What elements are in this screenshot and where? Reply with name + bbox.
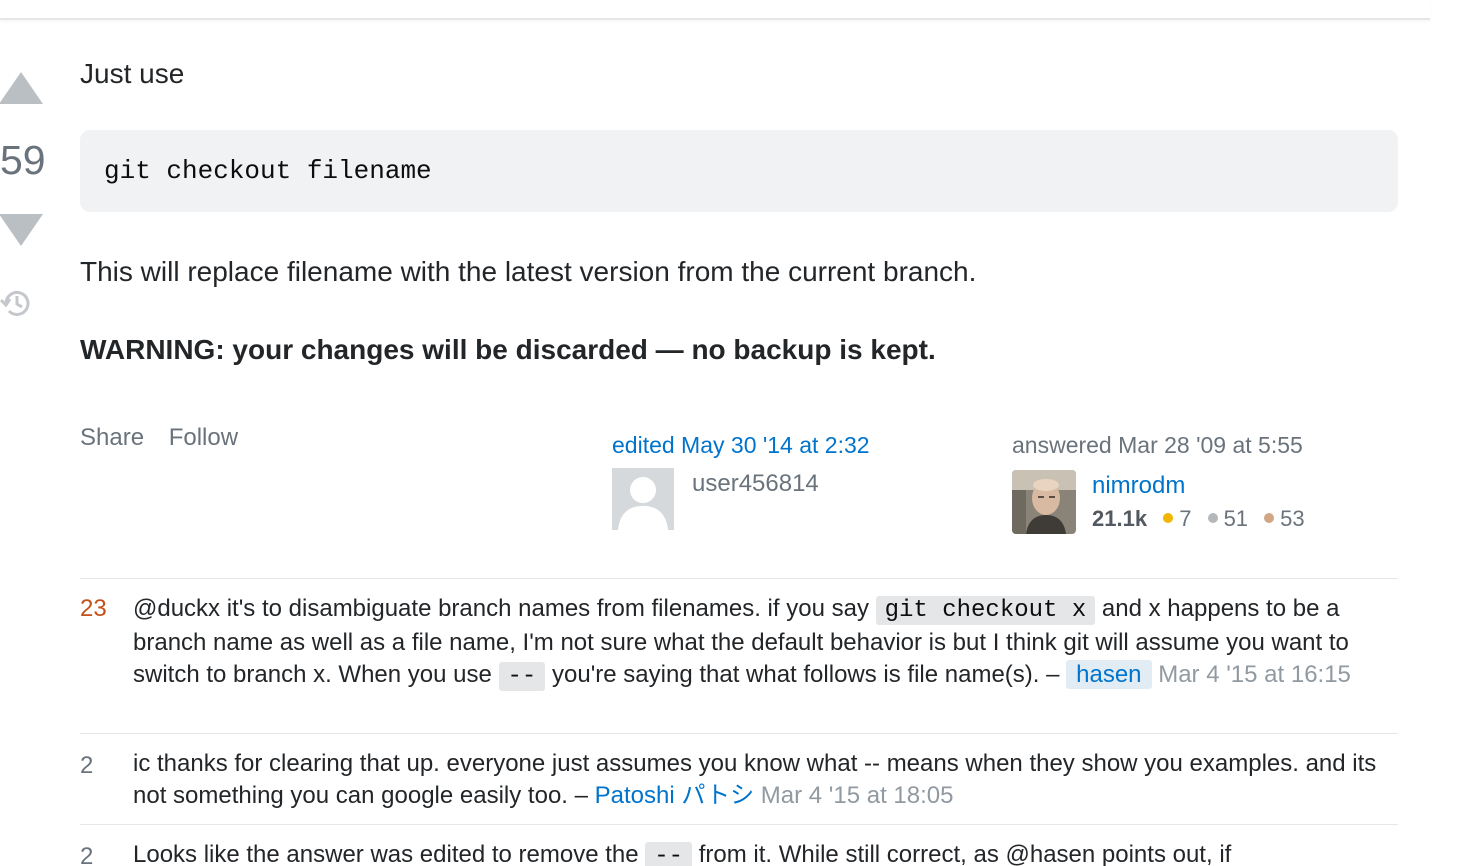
bronze-badge-count: 53 xyxy=(1280,506,1305,531)
editor-row: user456814 xyxy=(612,468,972,530)
editor-username: user456814 xyxy=(692,470,819,497)
comment-date-link[interactable]: Mar 4 '15 at 16:15 xyxy=(1158,661,1351,688)
comment-text: ic thanks for clearing that up. everyone… xyxy=(133,750,1377,809)
silver-badge-icon xyxy=(1207,513,1218,524)
share-link[interactable]: Share xyxy=(80,424,144,451)
comment-text: Looks like the answer was edited to remo… xyxy=(133,841,639,866)
answer-page: 59 Just use git checkout filename This w… xyxy=(0,0,1472,866)
default-avatar-icon[interactable] xyxy=(612,468,674,530)
vote-count: 59 xyxy=(0,137,46,183)
editor-card: edited May 30 '14 at 2:32 user456814 xyxy=(612,430,972,530)
comment-user-link[interactable]: Patoshi パトシ xyxy=(595,782,754,809)
inline-code: -- xyxy=(645,842,693,866)
comments-list: 23 @duckx it's to disambiguate branch na… xyxy=(80,578,1398,866)
answered-timestamp: answered Mar 28 '09 at 5:55 xyxy=(1012,432,1303,458)
comment-text: from it. While still correct, as @hasen … xyxy=(698,841,1232,866)
inline-code: -- xyxy=(498,662,546,691)
downvote-arrow-icon[interactable] xyxy=(0,214,43,246)
comment-text: you're saying that what follows is file … xyxy=(552,661,1060,688)
comment-item: 23 @duckx it's to disambiguate branch na… xyxy=(80,579,1398,734)
post-menu: Share Follow xyxy=(80,424,256,452)
intro-text: Just use xyxy=(80,58,185,89)
warning-text: WARNING: your changes will be discarded … xyxy=(80,334,936,365)
history-icon[interactable] xyxy=(0,286,32,320)
silver-badge-count: 51 xyxy=(1223,506,1249,531)
comment-user-link[interactable]: hasen xyxy=(1066,660,1152,689)
inline-code: git checkout x xyxy=(875,596,1096,625)
comment-score: 23 xyxy=(80,595,107,622)
comment-item: 2 Looks like the answer was edited to re… xyxy=(80,825,1398,866)
upvote-arrow-icon[interactable] xyxy=(0,72,43,104)
owner-row: nimrodm 21.1k 7 51 53 xyxy=(1012,470,1412,534)
code-block: git checkout filename xyxy=(80,130,1398,212)
answer-body: Just use xyxy=(80,56,1400,92)
silver-badges: 51 xyxy=(1207,506,1249,532)
comment-score: 2 xyxy=(80,843,94,866)
owner-card: answered Mar 28 '09 at 5:55 nimrodm 21.1… xyxy=(1012,430,1412,534)
gold-badge-count: 7 xyxy=(1179,506,1192,531)
comment-text: @duckx it's to disambiguate branch names… xyxy=(133,595,869,622)
explanation-text: This will replace filename with the late… xyxy=(80,256,977,287)
comment-score: 2 xyxy=(80,752,94,779)
owner-flair: 21.1k 7 51 53 xyxy=(1092,506,1315,532)
edited-timestamp-link[interactable]: edited May 30 '14 at 2:32 xyxy=(612,430,972,460)
reputation-score: 21.1k xyxy=(1092,506,1148,531)
avatar[interactable] xyxy=(1012,470,1076,534)
follow-link[interactable]: Follow xyxy=(169,424,238,451)
comment-body: Looks like the answer was edited to remo… xyxy=(133,839,1398,866)
comment-item: 2 ic thanks for clearing that up. everyo… xyxy=(80,734,1398,825)
comment-body: @duckx it's to disambiguate branch names… xyxy=(133,593,1398,693)
bronze-badges: 53 xyxy=(1264,506,1305,532)
bronze-badge-icon xyxy=(1264,513,1275,524)
gold-badges: 7 xyxy=(1163,506,1191,532)
gold-badge-icon xyxy=(1163,513,1174,524)
owner-username-link[interactable]: nimrodm xyxy=(1092,472,1185,500)
comment-body: ic thanks for clearing that up. everyone… xyxy=(133,748,1398,812)
top-divider xyxy=(0,0,1430,20)
comment-date-link[interactable]: Mar 4 '15 at 18:05 xyxy=(761,782,954,809)
